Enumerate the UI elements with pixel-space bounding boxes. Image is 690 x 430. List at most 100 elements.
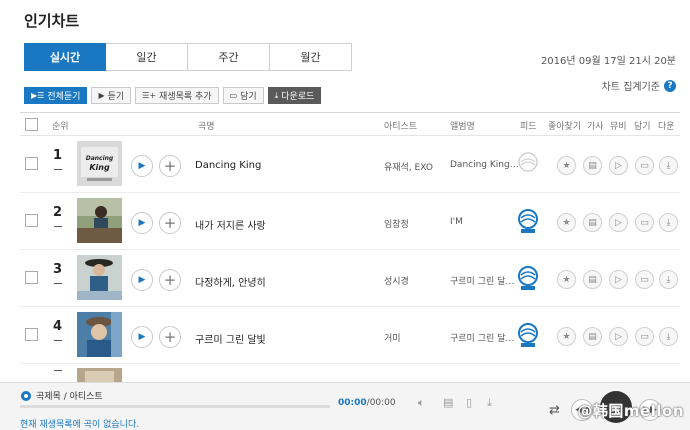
plus-icon: + (163, 271, 177, 289)
lyrics-icon: ▤ (588, 160, 597, 171)
download-row-button[interactable]: ⤓ (659, 270, 678, 289)
lyrics-button[interactable]: ▤ (583, 213, 602, 232)
add-playlist-button[interactable]: ☰+ 재생목록 추가 (135, 87, 219, 104)
progress-bar[interactable] (20, 405, 330, 408)
current-time: 00:00 (338, 398, 367, 408)
row-checkbox[interactable] (25, 157, 38, 170)
artist-name[interactable]: 거미 (384, 331, 401, 344)
folder-icon: ▭ (229, 91, 238, 100)
artist-name[interactable]: 유재석, EXO (384, 160, 433, 173)
video-icon: ▷ (615, 160, 622, 171)
mv-button[interactable]: ▷ (609, 327, 628, 346)
favorite-button[interactable]: ★ (557, 156, 576, 175)
help-icon[interactable]: ? (664, 79, 676, 92)
time-display: 00:00/00:00 (338, 398, 396, 408)
add-button[interactable]: + (159, 326, 181, 348)
album-name[interactable]: I'M (450, 217, 463, 227)
lyrics-button[interactable]: ▤ (583, 270, 602, 289)
add-button[interactable]: + (159, 155, 181, 177)
volume-icon[interactable]: 🔈︎ (418, 396, 425, 410)
add-playlist-label: 재생목록 추가 (159, 92, 212, 102)
folder-add-icon: ▭ (640, 274, 649, 285)
mv-button[interactable]: ▷ (609, 156, 628, 175)
lyrics-button[interactable]: ▤ (583, 327, 602, 346)
now-playing[interactable]: 곡제목 / 아티스트 (20, 389, 103, 402)
chart-criteria-link[interactable]: 차트 집계기준 ? (602, 78, 676, 93)
save-button[interactable]: ▭ 담기 (222, 87, 264, 104)
tab-monthly[interactable]: 월간 (270, 43, 352, 71)
col-artist: 아티스트 (384, 122, 418, 132)
save-to-playlist-button[interactable]: ▭ (635, 327, 654, 346)
row-checkbox[interactable] (25, 214, 38, 227)
trash-icon[interactable]: ▯ (466, 396, 472, 409)
col-lyrics: 가사 (587, 122, 604, 132)
download-row-button[interactable]: ⤓ (659, 213, 678, 232)
download-icon[interactable]: ⤓ (487, 396, 492, 410)
album-thumbnail[interactable] (77, 312, 122, 357)
save-label: 담기 (240, 92, 257, 102)
empty-playlist-notice: 현재 재생목록에 곡이 없습니다. (20, 420, 140, 430)
song-title[interactable]: 내가 저지른 사랑 (195, 217, 266, 232)
rank-number: 4 (53, 319, 63, 334)
watermark: @韩国mellon (577, 402, 684, 420)
favorite-button[interactable]: ★ (557, 270, 576, 289)
save-to-playlist-button[interactable]: ▭ (635, 156, 654, 175)
album-thumbnail[interactable] (77, 255, 122, 300)
play-button[interactable]: ▶ (131, 212, 153, 234)
album-name[interactable]: Dancing King… (450, 160, 519, 170)
song-title[interactable]: 다정하게, 안녕히 (195, 274, 266, 289)
table-row: 2 ▶ + 내가 저지른 사랑 임창정 I'M ★ ▤ ▷ ▭ ⤓ (20, 193, 680, 250)
col-song: 곡명 (198, 122, 215, 132)
video-icon: ▷ (615, 217, 622, 228)
rank-change-none (54, 169, 62, 170)
artist-name[interactable]: 성시경 (384, 274, 409, 287)
save-to-playlist-button[interactable]: ▭ (635, 213, 654, 232)
song-title[interactable]: Dancing King (195, 160, 261, 171)
download-button[interactable]: ⤓ 다운로드 (267, 87, 322, 104)
lyrics-toggle-icon[interactable]: ▤ (443, 396, 453, 409)
lyrics-button[interactable]: ▤ (583, 156, 602, 175)
rank-change-none (54, 370, 62, 371)
play-button[interactable]: ▶ (131, 155, 153, 177)
favorite-button[interactable]: ★ (557, 213, 576, 232)
play-all-button[interactable]: ▶☰ 전체듣기 (24, 87, 88, 104)
save-to-playlist-button[interactable]: ▭ (635, 270, 654, 289)
album-thumbnail[interactable]: Dancing King (77, 141, 122, 186)
plus-icon: + (163, 214, 177, 232)
add-button[interactable]: + (159, 269, 181, 291)
row-checkbox[interactable] (25, 328, 38, 341)
video-icon: ▷ (615, 274, 622, 285)
feed-icon[interactable] (516, 208, 540, 234)
favorite-button[interactable]: ★ (557, 327, 576, 346)
page-title: 인기차트 (24, 12, 80, 30)
artist-name[interactable]: 임창정 (384, 217, 409, 230)
tab-realtime[interactable]: 실시간 (24, 43, 106, 71)
download-row-button[interactable]: ⤓ (659, 156, 678, 175)
mv-button[interactable]: ▷ (609, 270, 628, 289)
select-all-checkbox[interactable] (25, 118, 38, 131)
feed-icon[interactable] (516, 322, 540, 348)
add-button[interactable]: + (159, 212, 181, 234)
rank-change-none (54, 283, 62, 284)
album-thumbnail[interactable] (77, 198, 122, 243)
album-thumbnail[interactable] (77, 368, 122, 382)
lyrics-icon: ▤ (588, 217, 597, 228)
album-name[interactable]: 구르미 그린 달… (450, 274, 514, 287)
row-checkbox[interactable] (25, 271, 38, 284)
feed-icon[interactable] (516, 151, 540, 177)
play-button[interactable]: ▶ (131, 269, 153, 291)
table-row: 4 ▶ + 구르미 그린 달빛 거미 구르미 그린 달… ★ ▤ ▷ ▭ ⤓ (20, 307, 680, 364)
play-button[interactable]: ▶ (131, 326, 153, 348)
tab-daily[interactable]: 일간 (106, 43, 188, 71)
plus-icon: + (163, 328, 177, 346)
chart-timestamp: 2016년 09월 17일 21시 20분 (540, 56, 676, 67)
download-row-button[interactable]: ⤓ (659, 327, 678, 346)
table-row (20, 364, 680, 382)
feed-icon[interactable] (516, 265, 540, 291)
album-name[interactable]: 구르미 그린 달… (450, 331, 514, 344)
mv-button[interactable]: ▷ (609, 213, 628, 232)
listen-button[interactable]: ▶ 듣기 (91, 87, 132, 104)
repeat-icon[interactable]: ⇄ (549, 403, 560, 418)
tab-weekly[interactable]: 주간 (188, 43, 270, 71)
song-title[interactable]: 구르미 그린 달빛 (195, 331, 266, 346)
